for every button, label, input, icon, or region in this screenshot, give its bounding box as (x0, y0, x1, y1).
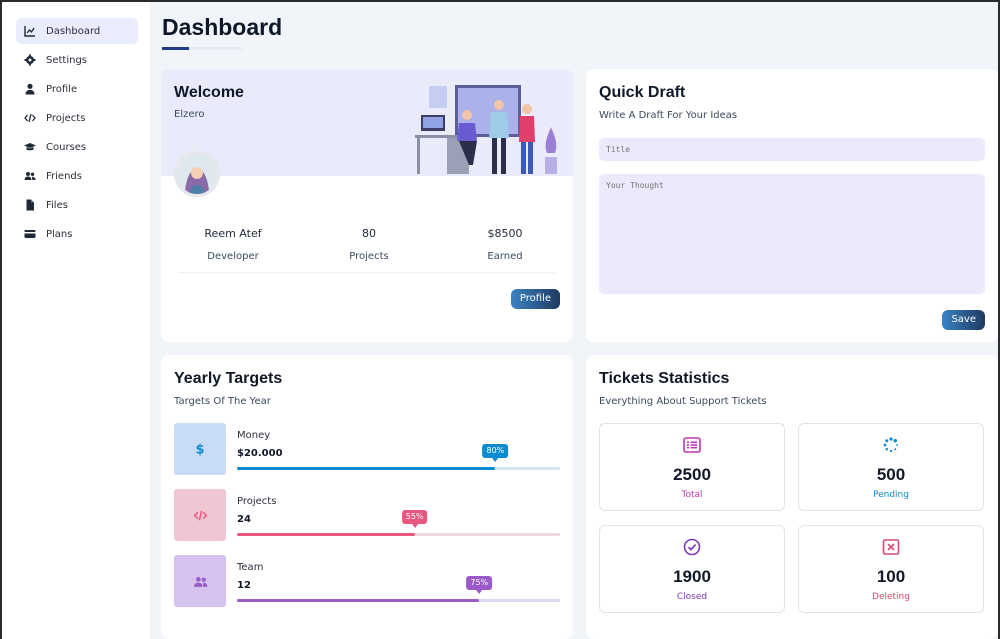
save-button[interactable]: Save (942, 310, 985, 330)
target-value: 12 (237, 580, 251, 591)
ticket-stat-box: 100 Deleting (798, 525, 984, 613)
target-item: $ Money $20.000 80% (174, 423, 560, 475)
target-progress-track: 55% (237, 510, 560, 536)
draft-title-input[interactable] (599, 138, 985, 161)
sidebar-item-label: Dashboard (46, 25, 101, 37)
sidebar-item-plans[interactable]: Plans (16, 221, 138, 247)
users-icon (174, 555, 226, 607)
page-title: Dashboard (162, 14, 283, 40)
ticket-count: 100 (876, 567, 906, 586)
sidebar-item-label: Files (46, 199, 68, 211)
sidebar-item-label: Plans (46, 228, 73, 240)
welcome-name: Elzero (174, 109, 205, 120)
gear-icon (23, 54, 36, 67)
target-percent-badge: 75% (466, 576, 493, 594)
ticket-label: Total (681, 490, 703, 500)
code-icon (174, 489, 226, 541)
code-icon (23, 112, 36, 125)
sidebar-item-profile[interactable]: Profile (16, 76, 138, 102)
spinner-icon (799, 436, 983, 454)
sidebar-item-dashboard[interactable]: Dashboard (16, 18, 138, 44)
ticket-stat-box: 1900 Closed (599, 525, 785, 613)
targets-subtitle: Targets Of The Year (174, 396, 271, 407)
yearly-targets-card: Yearly Targets Targets Of The Year $ Mon… (161, 355, 573, 639)
ticket-label: Deleting (872, 592, 910, 602)
sidebar-item-label: Courses (46, 141, 87, 153)
users-icon (23, 170, 36, 183)
tickets-subtitle: Everything About Support Tickets (599, 396, 767, 407)
sidebar-item-files[interactable]: Files (16, 192, 138, 218)
app-frame: Dashboard Settings Profile Projects Cour… (2, 2, 998, 639)
target-progress-track: 80% (237, 444, 560, 470)
target-value: $20.000 (237, 448, 283, 459)
ticket-count: 1900 (673, 567, 711, 586)
target-progress-fill (237, 599, 480, 602)
target-percent-badge: 55% (401, 510, 428, 528)
welcome-stats: Reem Atef Developer 80 Projects $8500 Ea… (161, 227, 573, 262)
tickets-title: Tickets Statistics (599, 370, 730, 387)
draft-title: Quick Draft (599, 84, 686, 101)
graduation-cap-icon (23, 141, 36, 154)
ticket-label: Pending (873, 490, 909, 500)
sidebar-item-courses[interactable]: Courses (16, 134, 138, 160)
sidebar-item-label: Settings (46, 54, 88, 66)
stat-earned: $8500 Earned (487, 227, 523, 262)
target-label: Projects (237, 496, 277, 507)
stat-name: Reem Atef Developer (204, 227, 262, 262)
file-icon (23, 199, 36, 212)
chart-line-icon (23, 25, 36, 38)
credit-card-icon (23, 228, 36, 241)
divider (179, 272, 555, 273)
ticket-stat-box: 500 Pending (798, 423, 984, 511)
target-progress-fill (237, 467, 496, 470)
stat-projects: 80 Projects (349, 227, 389, 262)
target-item: Team 12 75% (174, 555, 560, 607)
welcome-card: Welcome Elzero Reem Atef Developer 80 Pr… (161, 69, 573, 342)
welcome-title: Welcome (174, 84, 244, 101)
ticket-stat-box: 2500 Total (599, 423, 785, 511)
title-underline (162, 47, 242, 50)
draft-thought-textarea[interactable] (599, 174, 985, 294)
target-progress-fill (237, 533, 415, 536)
sidebar-item-settings[interactable]: Settings (16, 47, 138, 73)
sidebar-item-friends[interactable]: Friends (16, 163, 138, 189)
dollar-icon: $ (174, 423, 226, 475)
target-item: Projects 24 55% (174, 489, 560, 541)
target-percent-badge: 80% (482, 444, 509, 462)
office-illustration-icon (415, 85, 557, 174)
sidebar-item-label: Profile (46, 83, 78, 95)
avatar (174, 151, 220, 197)
ticket-count: 2500 (673, 465, 711, 484)
targets-title: Yearly Targets (174, 370, 283, 387)
ticket-count: 500 (876, 465, 906, 484)
draft-subtitle: Write A Draft For Your Ideas (599, 110, 738, 121)
target-value: 24 (237, 514, 251, 525)
check-circle-icon (600, 538, 784, 556)
profile-button[interactable]: Profile (510, 289, 560, 309)
sidebar-item-label: Projects (46, 112, 86, 124)
target-progress-track: 75% (237, 576, 560, 602)
quick-draft-card: Quick Draft Write A Draft For Your Ideas… (586, 69, 998, 342)
list-icon (600, 436, 784, 454)
target-label: Money (237, 430, 271, 441)
user-icon (23, 83, 36, 96)
svg-text:$: $ (195, 443, 204, 457)
target-label: Team (237, 562, 264, 573)
sidebar: Dashboard Settings Profile Projects Cour… (2, 2, 150, 639)
tickets-statistics-card: Tickets Statistics Everything About Supp… (586, 355, 998, 639)
sidebar-item-label: Friends (46, 170, 82, 182)
sidebar-item-projects[interactable]: Projects (16, 105, 138, 131)
x-square-icon (799, 538, 983, 556)
ticket-label: Closed (676, 592, 708, 602)
